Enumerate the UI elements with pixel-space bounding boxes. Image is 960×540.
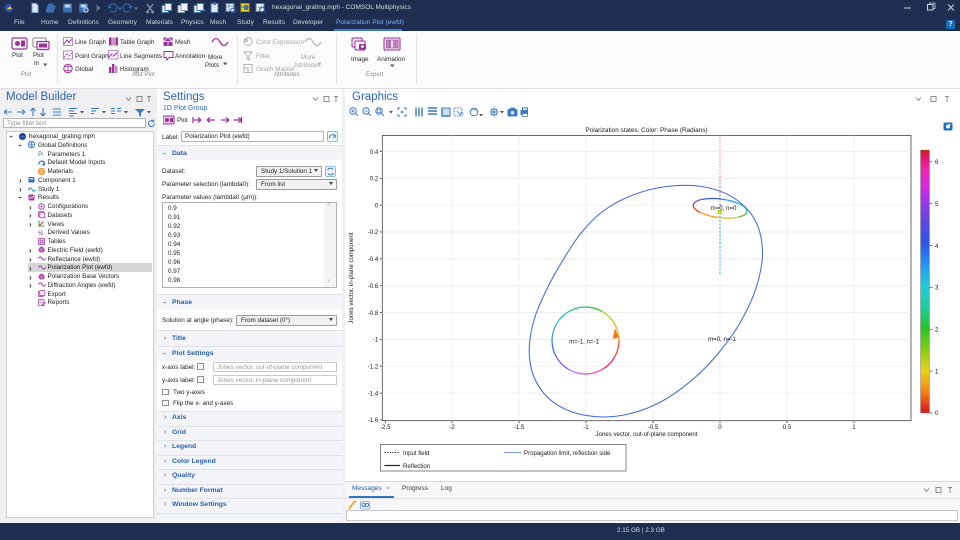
svg-text:0: 0 [718,424,722,431]
svg-text:1: 1 [935,368,939,375]
svg-text:Polarization states, Color: Ph: Polarization states, Color: Phase (Radia… [585,127,707,134]
svg-text:-2: -2 [449,424,455,431]
svg-text:-0.2: -0.2 [368,229,379,236]
svg-text:5: 5 [935,201,939,208]
svg-text:-1.5: -1.5 [514,424,525,431]
svg-text:m=0, n=-1: m=0, n=-1 [708,336,736,343]
svg-text:-0.6: -0.6 [368,283,379,290]
svg-text:0.4: 0.4 [370,149,379,156]
svg-text:Propagation limit, reflection: Propagation limit, reflection side [524,450,611,457]
svg-text:Jones vector, out-of-plane com: Jones vector, out-of-plane component [596,431,698,438]
svg-text:Jones vector, in-plane compone: Jones vector, in-plane component [348,232,355,323]
svg-text:Reflection: Reflection [403,463,430,470]
svg-text:4: 4 [935,243,939,250]
svg-text:0.2: 0.2 [370,176,379,183]
svg-text:-2.5: -2.5 [380,424,391,431]
svg-text:0: 0 [375,202,379,209]
svg-text:-1: -1 [373,337,379,344]
svg-text:2: 2 [935,327,939,334]
svg-text:0.5: 0.5 [783,424,792,431]
svg-text:-1.6: -1.6 [368,417,379,424]
svg-text:0: 0 [935,410,939,417]
svg-text:6: 6 [935,159,939,166]
svg-text:Input field: Input field [403,450,429,457]
svg-text:Pi: Pi [38,151,43,158]
svg-text:-1: -1 [583,424,589,431]
svg-text:m=-1, n=-1: m=-1, n=-1 [569,339,599,346]
svg-text:1: 1 [852,424,856,431]
svg-text:m=0, n=0: m=0, n=0 [711,205,737,212]
svg-text:3: 3 [935,285,939,292]
svg-text:-0.8: -0.8 [368,310,379,317]
svg-text:-1.4: -1.4 [368,390,379,397]
svg-text:-0.4: -0.4 [368,256,379,263]
svg-text:-1.2: -1.2 [368,363,379,370]
svg-text:½: ½ [38,230,43,237]
